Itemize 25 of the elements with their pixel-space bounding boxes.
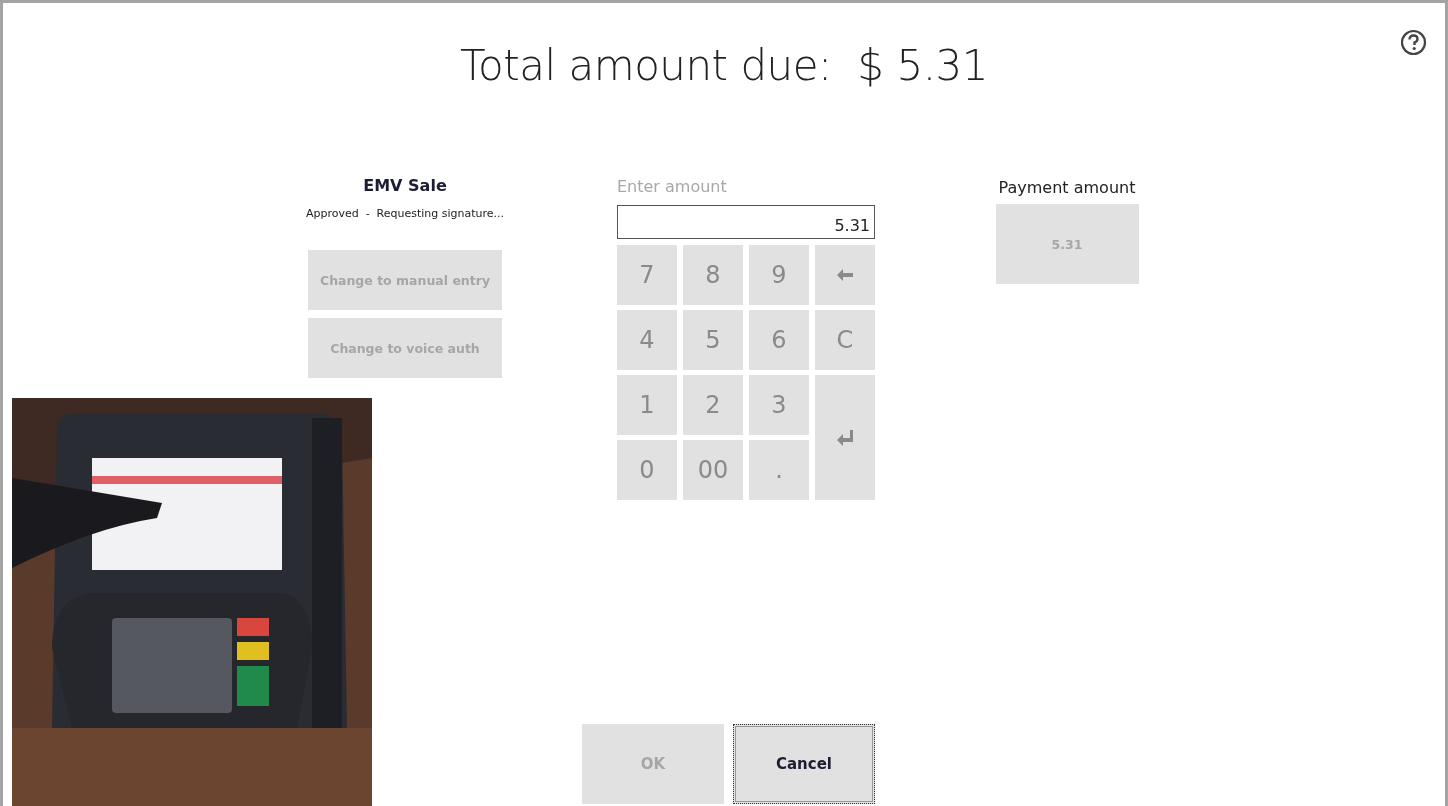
payment-label: Payment amount xyxy=(998,178,1136,197)
dialog-button[interactable]: Cancel xyxy=(733,724,875,804)
keypad-key[interactable]: 3 xyxy=(749,375,809,435)
enter-key[interactable] xyxy=(815,375,875,500)
keypad-key[interactable]: . xyxy=(749,440,809,500)
clear-key[interactable]: C xyxy=(815,310,875,370)
keypad-key[interactable]: 8 xyxy=(683,245,743,305)
keypad-key[interactable]: 4 xyxy=(617,310,677,370)
keypad-key[interactable]: 6 xyxy=(749,310,809,370)
keypad-key[interactable]: 7 xyxy=(617,245,677,305)
help-icon[interactable] xyxy=(1400,29,1427,56)
total-amount-title: Total amount due: $ 5.31 xyxy=(460,41,988,92)
keypad-key[interactable]: 0 xyxy=(617,440,677,500)
amount-field[interactable]: 5.31 xyxy=(617,205,875,239)
status-text: Approved - Requesting signature... xyxy=(305,207,505,220)
keypad-key[interactable]: 2 xyxy=(683,375,743,435)
left-arrow-icon xyxy=(837,269,853,281)
enter-arrow-icon xyxy=(837,429,853,446)
backspace-key[interactable] xyxy=(815,245,875,305)
keypad-key[interactable]: 5 xyxy=(683,310,743,370)
keypad-key[interactable]: 1 xyxy=(617,375,677,435)
field-label: Enter amount xyxy=(617,177,727,198)
keypad-key[interactable]: 9 xyxy=(749,245,809,305)
section-heading: EMV Sale xyxy=(363,176,447,195)
keypad-key[interactable]: 00 xyxy=(683,440,743,500)
